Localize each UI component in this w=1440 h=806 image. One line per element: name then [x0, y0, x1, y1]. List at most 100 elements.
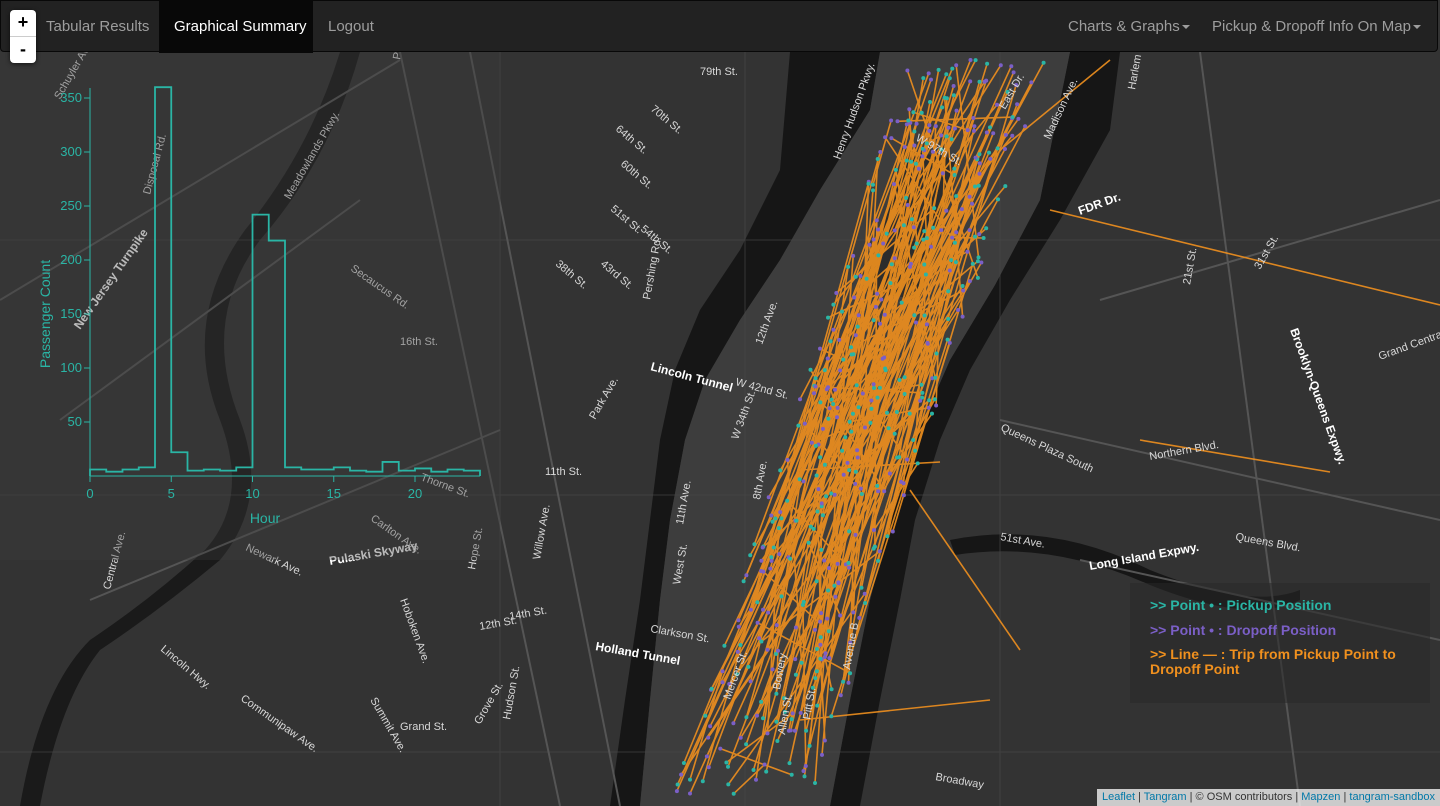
dropoff-point[interactable]	[748, 607, 753, 612]
dropoff-point[interactable]	[731, 721, 736, 726]
pickup-point[interactable]	[828, 339, 833, 344]
pickup-point[interactable]	[759, 699, 764, 704]
pickup-point[interactable]	[952, 240, 957, 245]
pickup-point[interactable]	[912, 313, 917, 318]
pickup-point[interactable]	[909, 159, 914, 164]
pickup-point[interactable]	[688, 777, 692, 782]
pickup-point[interactable]	[855, 324, 860, 329]
pickup-point[interactable]	[849, 352, 854, 357]
dropoff-point[interactable]	[984, 78, 989, 83]
dropoff-point[interactable]	[977, 161, 982, 166]
dropoff-point[interactable]	[679, 772, 684, 777]
dropoff-point[interactable]	[929, 244, 933, 249]
dropoff-point[interactable]	[674, 789, 679, 794]
pickup-point[interactable]	[868, 420, 873, 425]
pickup-point[interactable]	[722, 643, 727, 648]
dropoff-point[interactable]	[736, 624, 741, 629]
dropoff-point[interactable]	[812, 391, 816, 396]
dropoff-point[interactable]	[835, 561, 840, 566]
nav-map-info-dropdown[interactable]: Pickup & Dropoff Info On Map	[1197, 1, 1436, 53]
pickup-point[interactable]	[953, 260, 958, 265]
dropoff-point[interactable]	[718, 746, 723, 751]
pickup-point[interactable]	[945, 337, 950, 342]
dropoff-point[interactable]	[927, 128, 932, 133]
dropoff-point[interactable]	[837, 337, 842, 342]
dropoff-point[interactable]	[860, 391, 865, 396]
pickup-point[interactable]	[897, 455, 902, 460]
pickup-point[interactable]	[928, 100, 932, 104]
dropoff-point[interactable]	[856, 313, 861, 318]
dropoff-point[interactable]	[924, 322, 929, 327]
dropoff-point[interactable]	[951, 84, 956, 88]
dropoff-point[interactable]	[1016, 116, 1021, 121]
pickup-point[interactable]	[751, 768, 756, 772]
dropoff-point[interactable]	[908, 261, 913, 266]
pickup-point[interactable]	[831, 402, 836, 406]
dropoff-point[interactable]	[878, 150, 883, 154]
pickup-point[interactable]	[814, 669, 819, 674]
pickup-point[interactable]	[841, 679, 846, 684]
pickup-point[interactable]	[1003, 184, 1008, 189]
pickup-point[interactable]	[893, 167, 898, 172]
leaflet-link[interactable]: Leaflet	[1102, 791, 1135, 803]
dropoff-point[interactable]	[881, 241, 886, 246]
pickup-point[interactable]	[936, 67, 941, 72]
pickup-point[interactable]	[802, 774, 807, 779]
nav-charts-graphs-dropdown[interactable]: Charts & Graphs	[1053, 1, 1205, 53]
pickup-point[interactable]	[871, 182, 875, 187]
pickup-point[interactable]	[804, 728, 809, 733]
pickup-point[interactable]	[919, 382, 924, 387]
pickup-point[interactable]	[796, 423, 801, 428]
pickup-point[interactable]	[709, 686, 714, 691]
dropoff-point[interactable]	[914, 121, 919, 126]
dropoff-point[interactable]	[926, 71, 931, 76]
dropoff-point[interactable]	[956, 308, 961, 312]
pickup-point[interactable]	[746, 664, 751, 669]
dropoff-point[interactable]	[841, 472, 846, 477]
pickup-point[interactable]	[952, 166, 957, 171]
pickup-point[interactable]	[907, 411, 912, 416]
dropoff-point[interactable]	[905, 68, 910, 73]
pickup-point[interactable]	[752, 542, 757, 547]
pickup-point[interactable]	[866, 181, 871, 186]
dropoff-point[interactable]	[959, 207, 964, 212]
pickup-point[interactable]	[799, 660, 804, 665]
dropoff-point[interactable]	[954, 108, 959, 113]
pickup-point[interactable]	[776, 526, 781, 531]
dropoff-point[interactable]	[777, 552, 782, 557]
dropoff-point[interactable]	[825, 356, 830, 361]
dropoff-point[interactable]	[1009, 64, 1014, 69]
pickup-point[interactable]	[853, 274, 858, 279]
dropoff-point[interactable]	[835, 405, 840, 410]
pickup-point[interactable]	[922, 262, 927, 267]
pickup-point[interactable]	[901, 223, 906, 228]
pickup-point[interactable]	[797, 477, 802, 482]
pickup-point[interactable]	[883, 366, 888, 371]
pickup-point[interactable]	[859, 492, 864, 496]
pickup-point[interactable]	[934, 351, 939, 356]
dropoff-point[interactable]	[952, 126, 957, 131]
pickup-point[interactable]	[930, 411, 934, 416]
dropoff-point[interactable]	[972, 128, 976, 133]
pickup-point[interactable]	[1041, 60, 1046, 65]
pickup-point[interactable]	[915, 461, 920, 466]
pickup-point[interactable]	[681, 761, 686, 765]
pickup-point[interactable]	[755, 600, 760, 605]
pickup-point[interactable]	[878, 385, 882, 390]
pickup-point[interactable]	[770, 519, 775, 524]
dropoff-point[interactable]	[892, 182, 896, 187]
dropoff-point[interactable]	[813, 384, 818, 389]
pickup-point[interactable]	[818, 400, 823, 405]
pickup-point[interactable]	[988, 125, 992, 130]
dropoff-point[interactable]	[820, 752, 824, 757]
pickup-point[interactable]	[944, 134, 949, 139]
pickup-point[interactable]	[913, 448, 918, 453]
dropoff-point[interactable]	[853, 532, 858, 537]
dropoff-point[interactable]	[874, 218, 879, 223]
pickup-point[interactable]	[940, 105, 945, 110]
dropoff-point[interactable]	[838, 613, 843, 618]
pickup-point[interactable]	[911, 438, 916, 442]
nav-logout[interactable]: Logout	[313, 1, 389, 53]
dropoff-point[interactable]	[911, 225, 916, 230]
zoom-in-button[interactable]: +	[10, 10, 36, 37]
